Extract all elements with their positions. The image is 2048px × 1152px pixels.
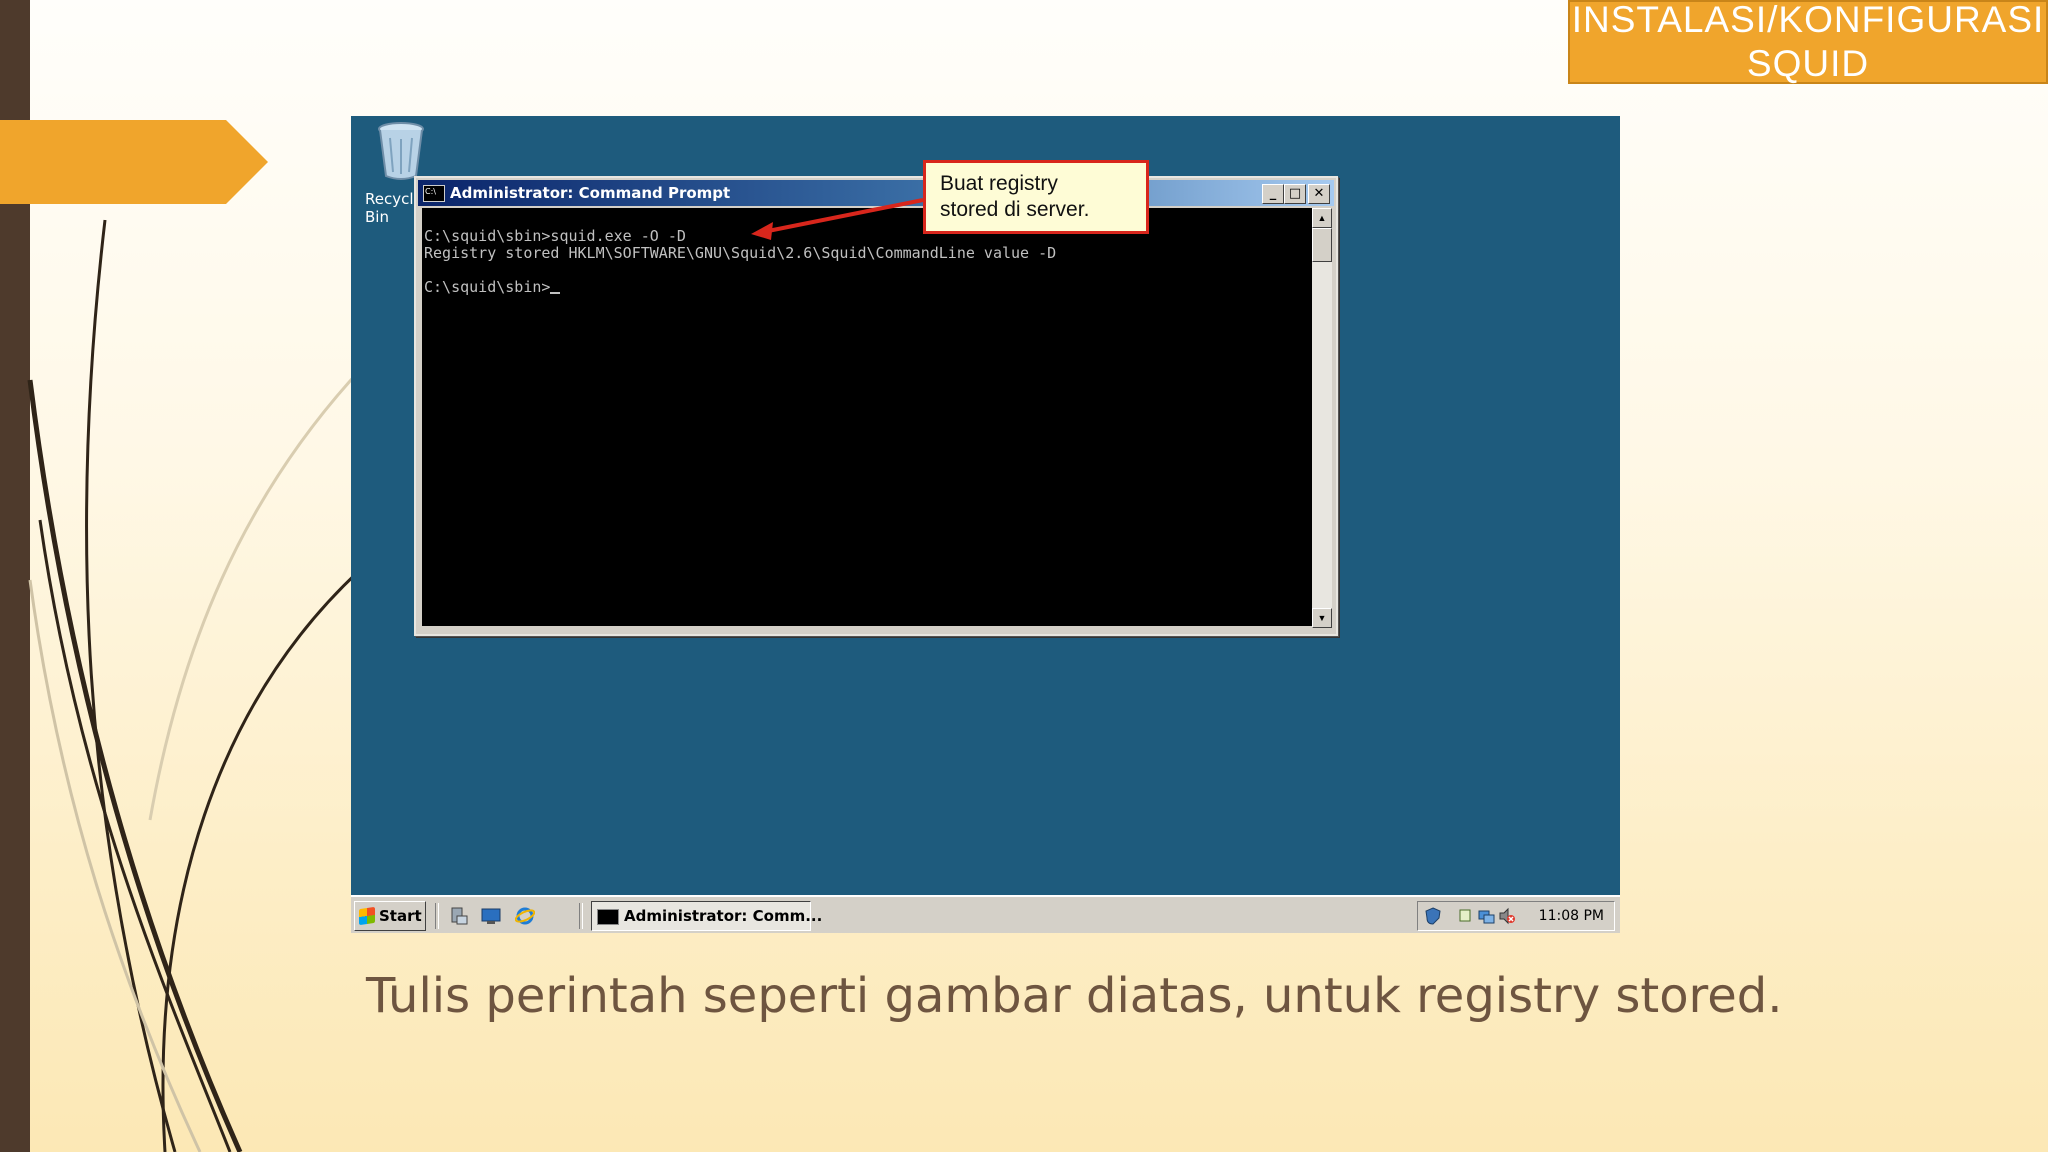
annotation-callout: Buat registry stored di server. [923,160,1149,234]
taskbar-separator [579,903,583,929]
taskbar-item-command-prompt[interactable]: Administrator: Comm... [591,901,822,931]
maximize-button[interactable]: □ [1284,184,1306,204]
slide-title: INSTALASI/KONFIGURASI SQUID [1568,0,2048,84]
text-cursor [550,292,561,294]
start-button[interactable]: Start [354,901,426,931]
minimize-button[interactable]: _ [1262,184,1284,204]
callout-line-1: Buat registry [940,172,1058,195]
console-output[interactable]: C:\squid\sbin>squid.exe -O -D Registry s… [422,208,1312,626]
command-prompt-window[interactable]: Administrator: Command Prompt _ □ ✕ C:\s… [414,176,1338,636]
console-icon [423,185,445,202]
taskbar-separator [435,903,439,929]
window-titlebar[interactable]: Administrator: Command Prompt _ □ ✕ [418,180,1334,206]
console-prompt-line: C:\squid\sbin> [424,278,561,296]
scroll-down-icon[interactable]: ▼ [1312,608,1332,628]
close-button[interactable]: ✕ [1308,184,1330,204]
recycle-bin-icon [378,122,424,180]
console-line: Registry stored HKLM\SOFTWARE\GNU\Squid\… [424,244,1057,262]
internet-explorer-icon[interactable] [515,906,535,926]
windows-logo-icon [359,906,375,926]
system-tray: 11:08 PM [1417,901,1615,931]
computer-icon[interactable] [481,906,501,926]
security-icon[interactable] [1424,907,1442,925]
volume-muted-icon[interactable] [1498,907,1516,925]
display-icon[interactable] [1478,907,1496,925]
console-line: C:\squid\sbin>squid.exe -O -D [424,227,686,245]
windows-desktop-screenshot: Recycle Bin Administrator: Command Promp… [351,116,1620,933]
taskbar-item-label: Administrator: Comm... [624,907,823,925]
accent-arrow-shape [0,120,268,204]
callout-line-2: stored di server. [940,198,1090,221]
vertical-scrollbar[interactable]: ▲ ▼ [1312,208,1332,628]
console-icon [597,909,619,925]
scroll-up-icon[interactable]: ▲ [1312,208,1332,228]
slide-caption: Tulis perintah seperti gambar diatas, un… [366,968,1783,1024]
network-icon[interactable] [1458,907,1476,925]
scroll-thumb[interactable] [1312,228,1332,262]
taskbar: Start Administrator: Comm... 11:08 PM [351,895,1620,933]
console-prompt: C:\squid\sbin> [424,278,551,296]
window-title: Administrator: Command Prompt [450,184,731,202]
taskbar-clock[interactable]: 11:08 PM [1539,908,1604,924]
server-manager-icon[interactable] [449,906,469,926]
start-label: Start [379,907,422,925]
